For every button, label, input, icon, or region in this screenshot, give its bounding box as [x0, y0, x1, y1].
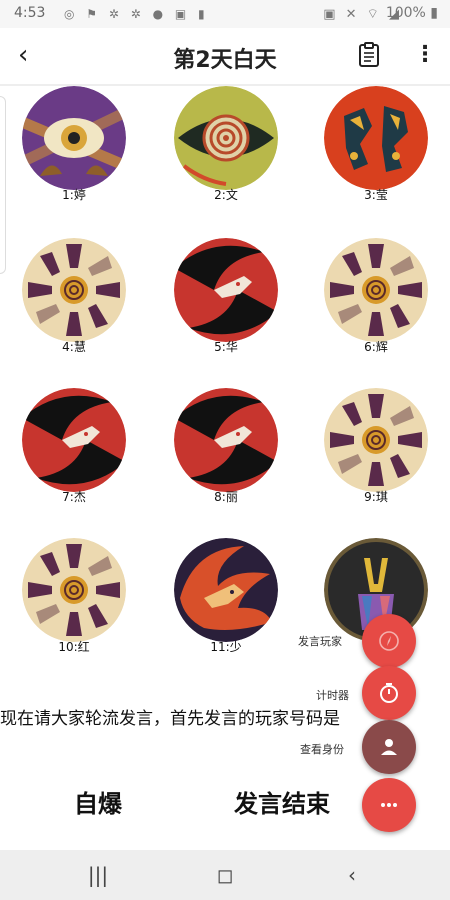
player-card[interactable]: 4:慧 [22, 238, 126, 356]
player-label: 5:华 [214, 340, 238, 354]
player-card[interactable]: 5:华 [174, 238, 278, 356]
player-card[interactable]: 7:杰 [22, 388, 126, 506]
notification-icons: ◎ ⚑ ✲ ✲ ● ▣ ▮ [64, 7, 209, 21]
player-label: 4:慧 [62, 340, 86, 354]
person-icon [381, 739, 397, 755]
more-fab[interactable] [362, 778, 416, 832]
player-card[interactable]: 9:琪 [324, 388, 428, 506]
player-card[interactable]: 2:文 [174, 86, 278, 204]
home-icon[interactable]: ◻ [205, 860, 245, 890]
player-avatar-villager [22, 538, 126, 642]
timer-fab-label: 计时器 [316, 689, 349, 702]
player-avatar-werewolf [174, 238, 278, 342]
player-card[interactable]: 6:辉 [324, 238, 428, 356]
player-avatar-villager [324, 388, 428, 492]
player-avatar-eye [22, 86, 126, 190]
app-bar: ‹ 第2天白天 ⋮ [0, 28, 450, 84]
player-card[interactable]: 3:莹 [324, 86, 428, 204]
more-options-icon[interactable]: ⋮ [414, 40, 436, 70]
clipboard-icon[interactable] [358, 42, 380, 68]
stopwatch-icon [380, 683, 398, 703]
side-drawer-handle[interactable] [0, 96, 6, 274]
player-label: 11:少 [210, 640, 242, 654]
more-dots-icon [381, 803, 397, 807]
player-card[interactable]: 1:婷 [22, 86, 126, 204]
player-label: 10:红 [58, 640, 90, 654]
identity-fab-label: 查看身份 [300, 743, 344, 756]
player-label: 1:婷 [62, 188, 86, 202]
player-avatar-red-figures [324, 86, 428, 190]
page-title: 第2天白天 [173, 48, 277, 73]
identity-fab[interactable] [362, 720, 416, 774]
speaker-fab-label: 发言玩家 [298, 635, 342, 648]
nav-back-icon[interactable]: ‹ [332, 860, 372, 890]
player-label: 9:琪 [364, 490, 388, 504]
end-speech-button[interactable]: 发言结束 [234, 784, 330, 819]
player-card[interactable]: 8:丽 [174, 388, 278, 506]
recent-apps-icon[interactable]: ||| [78, 860, 118, 890]
player-card[interactable]: 11:少 [174, 538, 278, 656]
status-time: 4:53 [14, 5, 46, 21]
player-avatar-werewolf [174, 388, 278, 492]
player-label: 6:辉 [364, 340, 388, 354]
compass-icon [379, 631, 399, 651]
player-avatar-fire-wolf [174, 538, 278, 642]
self-destruct-button[interactable]: 自爆 [74, 784, 122, 819]
player-avatar-spiral-eye [174, 86, 278, 190]
battery-percent: 100% [385, 5, 426, 21]
player-label: 7:杰 [62, 490, 86, 504]
speaker-fab[interactable] [362, 614, 416, 668]
player-avatar-werewolf [22, 388, 126, 492]
battery-indicator: 100% ▮ [385, 5, 438, 21]
system-nav-bar: ||| ◻ ‹ [0, 850, 450, 900]
player-avatar-villager [22, 238, 126, 342]
timer-fab[interactable] [362, 666, 416, 720]
player-label: 2:文 [214, 188, 238, 202]
player-label: 8:丽 [214, 490, 238, 504]
player-card[interactable]: 10:红 [22, 538, 126, 656]
player-avatar-villager [324, 238, 428, 342]
player-label: 3:莹 [364, 188, 388, 202]
status-bar: 4:53 ◎ ⚑ ✲ ✲ ● ▣ ▮ ▣ ✕ ⌔ ◢ 100% ▮ [0, 0, 450, 28]
